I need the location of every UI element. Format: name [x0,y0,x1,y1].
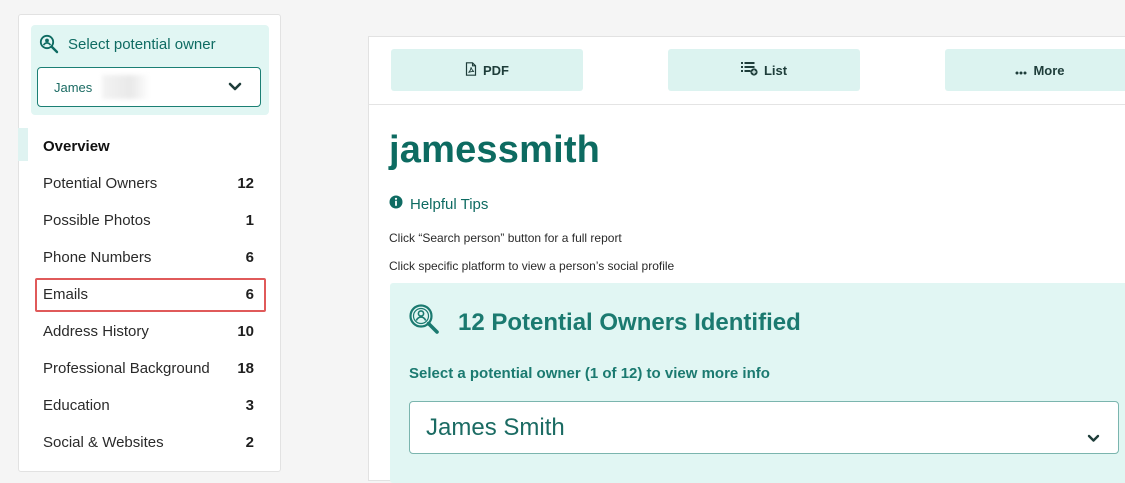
sidebar-item-label: Possible Photos [43,212,151,229]
sidebar-item-social-websites[interactable]: Social & Websites 2 [19,424,282,461]
sidebar-item-overview[interactable]: Overview [18,128,282,165]
sidebar-item-count: 2 [245,434,254,451]
magnifier-person-icon [39,34,59,54]
helpful-tips-label: Helpful Tips [410,195,489,213]
owner-selector-title: Select potential owner [39,34,216,54]
owners-identified-panel: 12 Potential Owners Identified Select a … [390,283,1125,483]
owners-identified-title: 12 Potential Owners Identified [458,308,801,336]
more-button[interactable]: More [945,49,1125,91]
more-button-label: More [1033,62,1065,78]
sidebar: Select potential owner James Overview Po… [18,14,281,472]
select-owner-prompt: Select a potential owner (1 of 12) to vi… [409,365,770,382]
potential-owner-dropdown[interactable]: James Smith [409,401,1119,454]
sidebar-nav: Overview Potential Owners 12 Possible Ph… [18,128,282,461]
tip-text: Click “Search person” button for a full … [389,231,622,245]
owner-select-dropdown[interactable]: James [37,67,261,107]
list-button-label: List [763,62,788,78]
sidebar-item-emails[interactable]: Emails 6 [19,276,282,313]
info-icon [389,195,403,213]
pdf-file-icon [465,61,477,79]
redacted-name-blur [102,75,151,99]
owners-identified-heading: 12 Potential Owners Identified [408,303,801,342]
sidebar-item-label: Address History [43,323,149,340]
sidebar-item-label: Phone Numbers [43,249,152,266]
tip-text: Click specific platform to view a person… [389,259,675,273]
sidebar-item-label: Social & Websites [43,434,164,451]
pdf-button[interactable]: PDF [391,49,583,91]
helpful-tips-link[interactable]: Helpful Tips [389,195,488,213]
sidebar-item-phone-numbers[interactable]: Phone Numbers 6 [19,239,282,276]
sidebar-item-count: 6 [245,286,254,303]
owner-selector-label: Select potential owner [68,35,216,53]
sidebar-item-count: 6 [245,249,254,266]
potential-owner-value: James Smith [426,413,565,441]
sidebar-item-label: Emails [43,286,89,303]
owner-selector-panel: Select potential owner James [31,25,269,115]
sidebar-item-count: 3 [245,397,254,414]
sidebar-item-potential-owners[interactable]: Potential Owners 12 [19,165,282,202]
sidebar-item-label: Professional Background [43,360,210,377]
page-title: jamessmith [389,129,601,171]
chevron-down-icon [228,80,242,95]
main-panel: PDF List More jamessmith Helpful Tips Cl… [368,36,1125,483]
magnifier-person-icon [408,303,440,342]
list-add-icon [740,61,758,79]
sidebar-item-possible-photos[interactable]: Possible Photos 1 [19,202,282,239]
sidebar-item-count: 12 [237,175,254,192]
sidebar-item-label: Potential Owners [43,175,158,192]
toolbar: PDF List More [369,37,1125,105]
owner-select-value: James [54,79,93,95]
chevron-down-icon [1087,422,1100,450]
pdf-button-label: PDF [483,62,509,78]
sidebar-item-label: Overview [43,138,110,155]
sidebar-item-label: Education [43,397,110,414]
sidebar-item-professional-background[interactable]: Professional Background 18 [19,350,282,387]
list-button[interactable]: List [668,49,860,91]
sidebar-item-count: 1 [245,212,254,229]
ellipsis-icon [1015,63,1027,78]
sidebar-item-count: 18 [237,360,254,377]
sidebar-item-education[interactable]: Education 3 [19,387,282,424]
sidebar-item-address-history[interactable]: Address History 10 [19,313,282,350]
sidebar-item-count: 10 [237,323,254,340]
